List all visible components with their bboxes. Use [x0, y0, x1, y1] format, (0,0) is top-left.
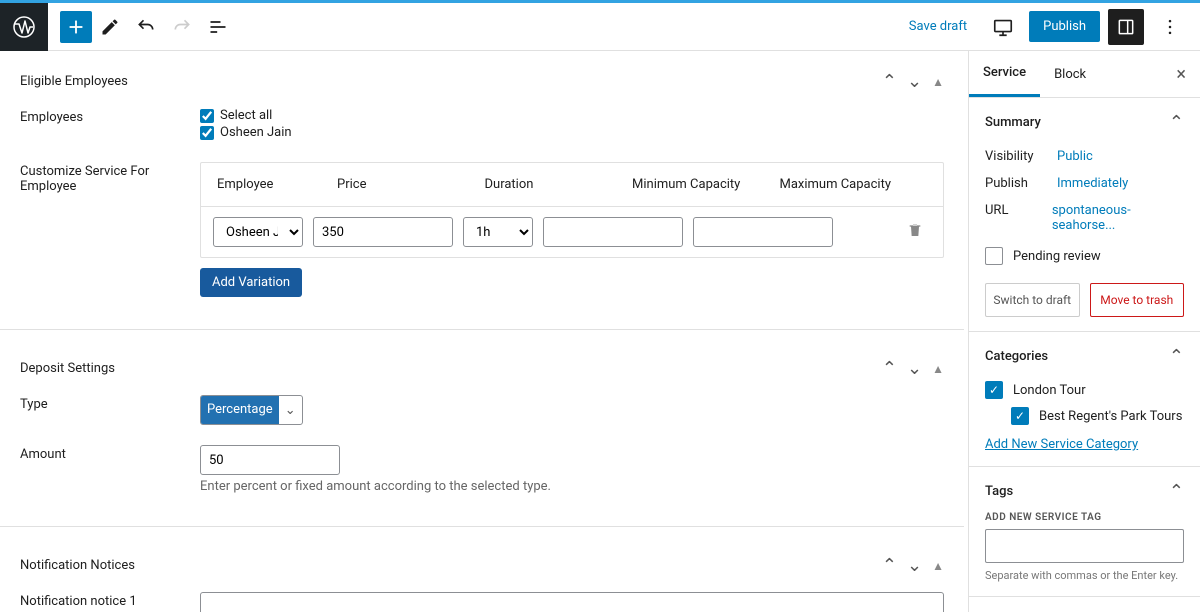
redo-icon[interactable] — [164, 9, 200, 45]
categories-panel-head[interactable]: Categories ⌃ — [985, 346, 1184, 367]
employees-label: Employees — [20, 108, 200, 142]
more-options-icon[interactable] — [1152, 9, 1188, 45]
tags-panel-head[interactable]: Tags ⌃ — [985, 481, 1184, 502]
tag-input[interactable] — [985, 529, 1184, 563]
chevron-up-icon: ⌃ — [1169, 112, 1184, 133]
employee-checkbox[interactable] — [200, 126, 214, 140]
col-duration: Duration — [485, 177, 633, 192]
switch-to-draft-button[interactable]: Switch to draft — [985, 283, 1080, 317]
customize-label: Customize Service For Employee — [20, 162, 200, 297]
tab-block[interactable]: Block — [1040, 53, 1100, 96]
move-down-icon[interactable]: ⌄ — [907, 71, 922, 92]
eligible-employees-section: Eligible Employees ⌃ ⌄ ▲ — [20, 65, 944, 98]
deposit-settings-section: Deposit Settings ⌃ ⌄ ▲ — [20, 352, 944, 385]
collapse-icon[interactable]: ▲ — [932, 75, 944, 89]
notification-notices-section: Notification Notices ⌃ ⌄ ▲ — [20, 549, 944, 582]
table-row: Osheen Jain 1h — [201, 206, 943, 257]
section-title: Deposit Settings — [20, 361, 115, 376]
settings-sidebar: Service Block × Summary ⌃ Visibility Pub… — [968, 51, 1200, 612]
move-up-icon[interactable]: ⌃ — [882, 358, 897, 379]
delete-row-icon[interactable] — [907, 222, 923, 242]
editor-toolbar: Save draft Publish — [0, 3, 1200, 51]
collapse-icon[interactable]: ▲ — [932, 362, 944, 376]
tab-service[interactable]: Service — [969, 51, 1040, 97]
undo-icon[interactable] — [128, 9, 164, 45]
url-label: URL — [985, 203, 1052, 233]
pending-review-label: Pending review — [1013, 249, 1101, 264]
add-block-button[interactable] — [60, 11, 92, 43]
wordpress-logo[interactable] — [0, 3, 48, 51]
chevron-up-icon: ⌃ — [1169, 481, 1184, 502]
category-label: Best Regent's Park Tours — [1039, 409, 1182, 424]
publish-button[interactable]: Publish — [1029, 11, 1100, 42]
save-draft-button[interactable]: Save draft — [899, 13, 977, 40]
collapse-icon[interactable]: ▲ — [932, 559, 944, 573]
section-title: Eligible Employees — [20, 74, 128, 89]
add-category-link[interactable]: Add New Service Category — [985, 437, 1138, 452]
price-input[interactable] — [313, 217, 453, 247]
amount-label: Amount — [20, 445, 200, 494]
settings-toggle-button[interactable] — [1108, 9, 1144, 45]
add-variation-button[interactable]: Add Variation — [200, 268, 302, 297]
category-checkbox[interactable]: ✓ — [985, 381, 1003, 399]
publish-label: Publish — [985, 176, 1057, 191]
amount-input[interactable] — [200, 445, 340, 475]
outline-icon[interactable] — [200, 9, 236, 45]
edit-tool-icon[interactable] — [92, 9, 128, 45]
select-all-checkbox[interactable] — [200, 109, 214, 123]
employee-name-label: Osheen Jain — [220, 125, 292, 140]
publish-value[interactable]: Immediately — [1057, 176, 1128, 191]
category-label: London Tour — [1013, 383, 1086, 398]
url-value[interactable]: spontaneous-seahorse... — [1052, 203, 1184, 233]
col-employee: Employee — [217, 177, 337, 192]
tag-input-label: ADD NEW SERVICE TAG — [985, 512, 1184, 523]
move-to-trash-button[interactable]: Move to trash — [1090, 283, 1185, 317]
amount-hint: Enter percent or fixed amount according … — [200, 479, 944, 494]
close-sidebar-icon[interactable]: × — [1162, 64, 1200, 85]
pending-review-checkbox[interactable] — [985, 247, 1003, 265]
col-price: Price — [337, 177, 485, 192]
tag-hint: Separate with commas or the Enter key. — [985, 569, 1184, 582]
notification-1-input[interactable] — [200, 592, 944, 612]
move-up-icon[interactable]: ⌃ — [882, 71, 897, 92]
move-down-icon[interactable]: ⌄ — [907, 358, 922, 379]
visibility-label: Visibility — [985, 149, 1057, 164]
employee-select[interactable]: Osheen Jain — [213, 217, 303, 247]
category-checkbox[interactable]: ✓ — [1011, 407, 1029, 425]
type-select[interactable]: Percentage ⌄ — [200, 395, 303, 425]
min-capacity-input[interactable] — [543, 217, 683, 247]
section-title: Notification Notices — [20, 558, 135, 573]
employee-service-table: Employee Price Duration Minimum Capacity… — [200, 162, 944, 258]
col-max-capacity: Maximum Capacity — [780, 177, 928, 192]
move-down-icon[interactable]: ⌄ — [907, 555, 922, 576]
summary-panel-head[interactable]: Summary ⌃ — [985, 112, 1184, 133]
move-up-icon[interactable]: ⌃ — [882, 555, 897, 576]
notification-1-label: Notification notice 1 — [20, 592, 200, 612]
max-capacity-input[interactable] — [693, 217, 833, 247]
preview-icon[interactable] — [985, 9, 1021, 45]
select-all-label: Select all — [220, 108, 272, 123]
duration-select[interactable]: 1h — [463, 217, 533, 247]
chevron-up-icon: ⌃ — [1169, 346, 1184, 367]
editor-canvas: Eligible Employees ⌃ ⌄ ▲ Employees Selec… — [0, 51, 968, 612]
visibility-value[interactable]: Public — [1057, 149, 1093, 164]
col-min-capacity: Minimum Capacity — [632, 177, 780, 192]
type-label: Type — [20, 395, 200, 425]
